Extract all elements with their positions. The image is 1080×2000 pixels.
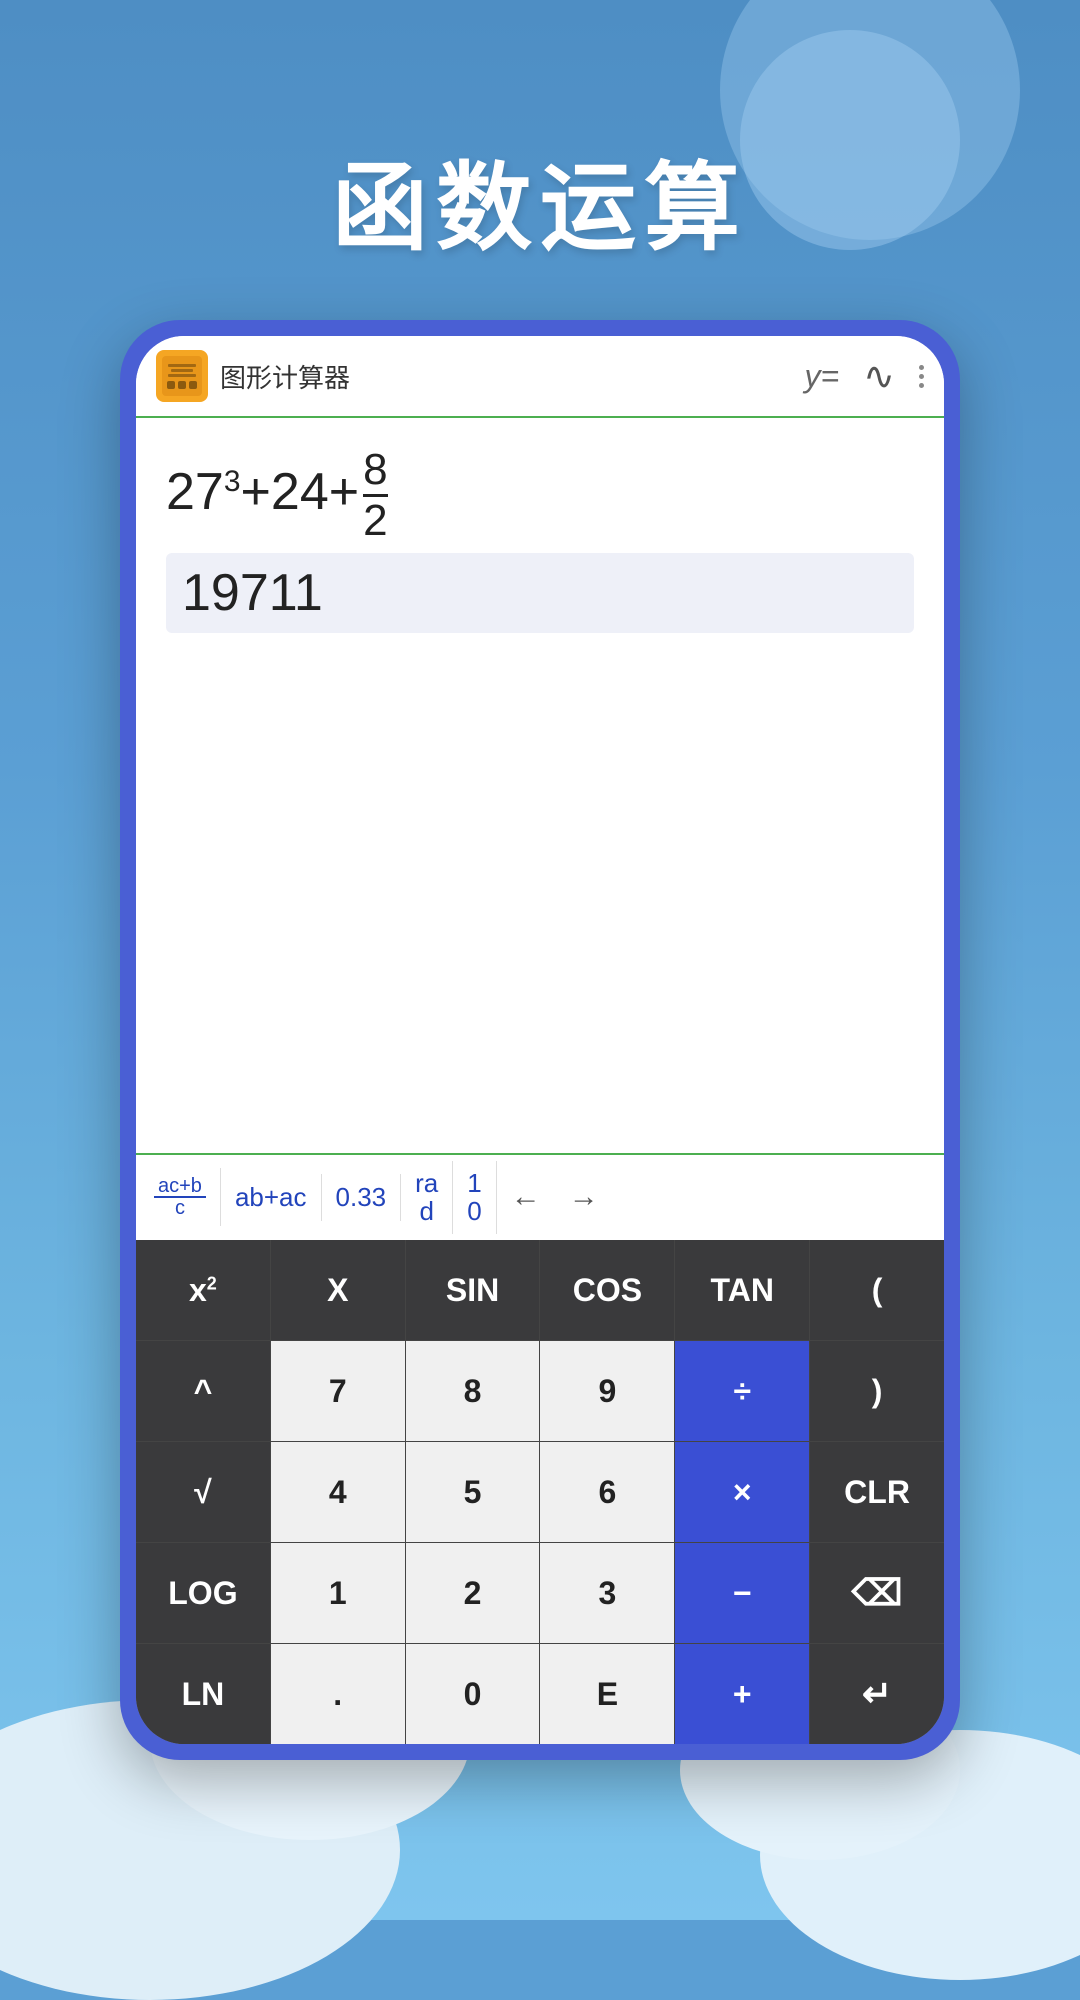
fraction-numerator: 8 [363,448,387,497]
toolbar-frac-bot: c [171,1198,189,1218]
phone-frame: 图形计算器 y= ∿ 273+24+ 8 2 19711 [120,320,960,1760]
topbar-wave-button[interactable]: ∿ [863,354,895,399]
page-title: 函数运算 [0,130,1080,269]
key-close-paren[interactable]: ) [810,1341,944,1441]
key-cos[interactable]: COS [540,1240,675,1340]
key-power[interactable]: ^ [136,1341,271,1441]
fraction-denominator: 2 [363,497,387,543]
topbar-actions: y= ∿ [804,354,924,399]
app-title: 图形计算器 [220,358,792,395]
keyboard-row-4: LOG 1 2 3 − ⌫ [136,1543,944,1644]
toolbar-fraction-button[interactable]: ac+b c [140,1168,221,1226]
display-area: 273+24+ 8 2 19711 [136,418,944,1153]
toolbar-radian-button[interactable]: ra d [401,1161,453,1234]
key-3[interactable]: 3 [540,1543,675,1643]
expression-line: 273+24+ 8 2 [166,448,914,543]
enter-icon: ↵ [862,1673,892,1715]
backspace-icon: ⌫ [852,1572,903,1614]
keyboard-row-2: ^ 7 8 9 ÷ ) [136,1341,944,1442]
key-sin[interactable]: SIN [406,1240,541,1340]
key-7[interactable]: 7 [271,1341,406,1441]
key-subtract[interactable]: − [675,1543,810,1643]
key-8[interactable]: 8 [406,1341,541,1441]
key-decimal[interactable]: . [271,1644,406,1744]
key-e[interactable]: E [540,1644,675,1744]
key-x[interactable]: X [271,1240,406,1340]
key-1[interactable]: 1 [271,1543,406,1643]
key-log[interactable]: LOG [136,1543,271,1643]
toolbar-strip: ac+b c ab+ac 0.33 ra d 1 0 ← → [136,1153,944,1240]
key-tan[interactable]: TAN [675,1240,810,1340]
key-4[interactable]: 4 [271,1442,406,1542]
keyboard-row-3: √ 4 5 6 × CLR [136,1442,944,1543]
topbar-menu-button[interactable] [919,365,924,388]
app-icon [156,350,208,402]
topbar-y-button[interactable]: y= [804,358,839,395]
key-5[interactable]: 5 [406,1442,541,1542]
key-6[interactable]: 6 [540,1442,675,1542]
key-divide[interactable]: ÷ [675,1341,810,1441]
key-0[interactable]: 0 [406,1644,541,1744]
toolbar-distribute-button[interactable]: ab+ac [221,1174,322,1221]
key-backspace[interactable]: ⌫ [810,1543,944,1643]
toolbar-decimal-button[interactable]: 0.33 [322,1174,402,1221]
key-9[interactable]: 9 [540,1341,675,1441]
key-open-paren[interactable]: ( [810,1240,944,1340]
toolbar-mode-button[interactable]: 1 0 [453,1161,496,1234]
key-2[interactable]: 2 [406,1543,541,1643]
key-ln[interactable]: LN [136,1644,271,1744]
toolbar-arrow-right[interactable]: → [555,1172,613,1222]
keyboard: x2 X SIN COS TAN ( [136,1240,944,1744]
app-topbar: 图形计算器 y= ∿ [136,336,944,418]
key-multiply[interactable]: × [675,1442,810,1542]
key-clr[interactable]: CLR [810,1442,944,1542]
toolbar-frac-top: ac+b [154,1176,206,1198]
result-line: 19711 [166,553,914,633]
toolbar-arrow-left[interactable]: ← [497,1172,555,1222]
key-x-squared[interactable]: x2 [136,1240,271,1340]
keyboard-row-5: LN . 0 E + ↵ [136,1644,944,1744]
key-add[interactable]: + [675,1644,810,1744]
expression-middle: +24+ [241,463,360,521]
expression-exponent: 3 [224,465,241,498]
keyboard-row-1: x2 X SIN COS TAN ( [136,1240,944,1341]
key-enter[interactable]: ↵ [810,1644,944,1744]
expression-base: 27 [166,463,224,521]
fraction-display: 8 2 [363,448,387,543]
phone-screen: 图形计算器 y= ∿ 273+24+ 8 2 19711 [136,336,944,1744]
key-sqrt[interactable]: √ [136,1442,271,1542]
